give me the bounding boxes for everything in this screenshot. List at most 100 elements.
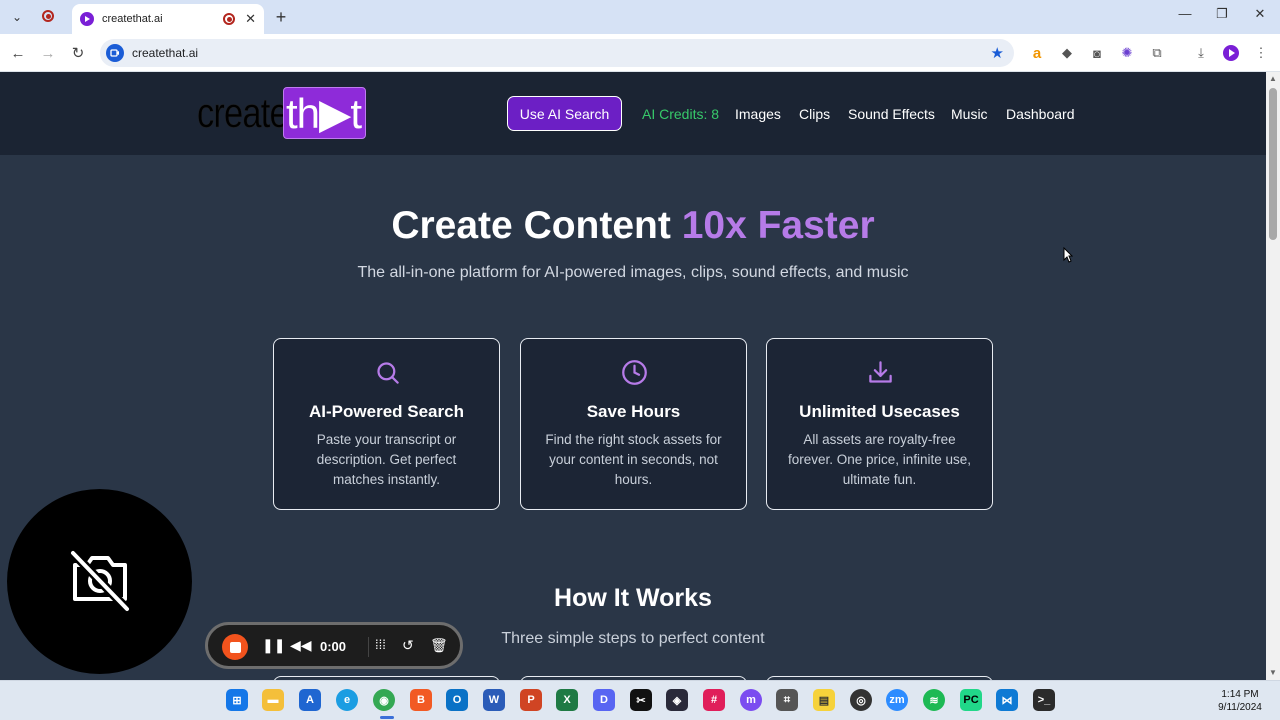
active-app-indicator: [380, 716, 394, 719]
arc-browser-icon[interactable]: A: [299, 689, 321, 711]
extension-pen-icon[interactable]: ◆: [1058, 44, 1076, 62]
grid-icon[interactable]: ⁞⁞⁞: [375, 637, 386, 652]
hero-title: Create Content 10x Faster: [0, 204, 1266, 248]
obs-icon[interactable]: ◎: [850, 689, 872, 711]
feature-card-usecases: Unlimited Usecases All assets are royalt…: [766, 338, 993, 510]
vscode-icon[interactable]: ⋈: [996, 689, 1018, 711]
site-logo[interactable]: create th▶t: [197, 87, 366, 139]
site-header: create th▶t Use AI Search AI Credits: 8 …: [0, 72, 1266, 155]
powerpoint-icon[interactable]: P: [520, 689, 542, 711]
downloads-icon[interactable]: ⤓: [1192, 44, 1210, 62]
file-explorer-icon[interactable]: ▬: [262, 689, 284, 711]
window-close-icon[interactable]: ✕: [1245, 6, 1275, 22]
system-clock[interactable]: 1:14 PM 9/11/2024: [1205, 688, 1275, 714]
logo-text-create: create: [197, 89, 289, 137]
camera-off-icon: [69, 549, 131, 613]
clock-time: 1:14 PM: [1221, 689, 1259, 700]
search-icon: [377, 362, 399, 384]
download-icon: [869, 361, 892, 383]
feature-description: Paste your transcript or description. Ge…: [316, 432, 457, 487]
clock-icon: [622, 360, 647, 385]
nav-sound-effects[interactable]: Sound Effects: [848, 106, 935, 122]
reload-icon[interactable]: ↻: [68, 43, 88, 63]
delete-icon[interactable]: 🗑: [430, 637, 448, 654]
davinci-icon[interactable]: ◈: [666, 689, 688, 711]
address-bar[interactable]: createthat.ai ★: [100, 39, 1014, 67]
chrome-icon[interactable]: ◉: [373, 689, 395, 711]
word-icon[interactable]: W: [483, 689, 505, 711]
os-taskbar: ⊞ ▬ A e ◉ B O W P X D ✂ ◈ # m ⌗ ▤ ◎ zm ≋…: [0, 680, 1280, 720]
rewind-icon[interactable]: ◀◀: [290, 637, 312, 654]
nav-clips[interactable]: Clips: [799, 106, 830, 122]
divider: [368, 637, 369, 657]
outlook-icon[interactable]: O: [446, 689, 468, 711]
hero-subtitle: The all-in-one platform for AI-powered i…: [357, 264, 909, 281]
restart-icon[interactable]: ↺: [402, 637, 414, 654]
amazon-extension-icon[interactable]: a: [1028, 44, 1046, 62]
feature-card-save-hours: Save Hours Find the right stock assets f…: [520, 338, 747, 510]
stop-recording-button[interactable]: [222, 634, 248, 660]
page-scrollbar[interactable]: ▲ ▼: [1266, 72, 1280, 680]
snipping-tool-icon[interactable]: ⌗: [776, 689, 798, 711]
webcam-overlay: [7, 489, 192, 674]
feature-description: Find the right stock assets for your con…: [545, 432, 722, 487]
discord-icon[interactable]: D: [593, 689, 615, 711]
new-tab-icon[interactable]: +: [272, 7, 290, 27]
browser-tab-bar: ⌄ createthat.ai ✕ + — ❐ ✕: [0, 0, 1280, 34]
feature-title: AI-Powered Search: [309, 402, 464, 421]
tab-recording-icon: [223, 13, 236, 25]
sticky-notes-icon[interactable]: ▤: [813, 689, 835, 711]
color-extension-icon[interactable]: ✺: [1118, 44, 1136, 62]
scroll-up-icon[interactable]: ▲: [1269, 74, 1277, 83]
hero-title-accent: 10x Faster: [681, 204, 875, 247]
recording-tab-icon[interactable]: [42, 10, 54, 22]
extensions-puzzle-icon[interactable]: ⧉: [1148, 44, 1166, 62]
messenger-icon[interactable]: m: [740, 689, 762, 711]
hero-title-main: Create Content: [391, 204, 682, 247]
tab-close-icon[interactable]: ✕: [245, 11, 256, 27]
minimize-icon[interactable]: —: [1170, 6, 1200, 21]
tab-search-chevron-icon[interactable]: ⌄: [8, 8, 26, 26]
back-icon[interactable]: ←: [8, 43, 28, 63]
bookmark-star-icon[interactable]: ★: [991, 44, 1004, 62]
edge-icon[interactable]: e: [336, 689, 358, 711]
feature-title: Unlimited Usecases: [799, 402, 960, 421]
browser-toolbar: ← → ↻ createthat.ai ★ a ◆ ◙ ✺ ⧉ ⤓ ⋮: [0, 34, 1280, 72]
scroll-down-icon[interactable]: ▼: [1269, 668, 1277, 677]
nav-images[interactable]: Images: [735, 106, 781, 122]
tab-title: createthat.ai: [102, 13, 163, 25]
site-info-icon[interactable]: [106, 44, 124, 62]
nav-music[interactable]: Music: [951, 106, 988, 122]
feature-title: Save Hours: [586, 402, 681, 421]
capcut-icon[interactable]: ✂: [630, 689, 652, 711]
pycharm-icon[interactable]: PC: [960, 689, 982, 711]
logo-text-that: th▶t: [283, 87, 366, 139]
forward-icon[interactable]: →: [38, 43, 58, 63]
scrollbar-thumb[interactable]: [1269, 88, 1277, 240]
brave-icon[interactable]: B: [410, 689, 432, 711]
site-favicon-icon: [80, 12, 94, 26]
feature-description: All assets are royalty-free forever. One…: [787, 432, 972, 487]
use-ai-search-button[interactable]: Use AI Search: [507, 96, 622, 131]
excel-icon[interactable]: X: [556, 689, 578, 711]
url-text: createthat.ai: [132, 46, 199, 60]
windows-start-icon[interactable]: ⊞: [226, 689, 248, 711]
ai-credits-link[interactable]: AI Credits: 8: [642, 106, 719, 122]
slack-icon[interactable]: #: [703, 689, 725, 711]
browser-tab-active[interactable]: createthat.ai ✕: [72, 4, 264, 34]
screenshot-extension-icon[interactable]: ◙: [1088, 44, 1106, 62]
recording-timer: 0:00: [320, 639, 347, 654]
browser-menu-icon[interactable]: ⋮: [1252, 44, 1270, 62]
terminal-icon[interactable]: >_: [1033, 689, 1055, 711]
zoom-icon[interactable]: zm: [886, 689, 908, 711]
nav-dashboard[interactable]: Dashboard: [1006, 106, 1075, 122]
restore-icon[interactable]: ❐: [1207, 6, 1237, 22]
spotify-icon[interactable]: ≋: [923, 689, 945, 711]
feature-card-search: AI-Powered Search Paste your transcript …: [273, 338, 500, 510]
pause-icon[interactable]: ❚❚: [262, 637, 285, 654]
mouse-cursor-icon: [1063, 247, 1073, 263]
how-it-works-subtitle: Three simple steps to perfect content: [501, 630, 765, 647]
profile-avatar-icon[interactable]: [1222, 44, 1240, 62]
clock-date: 9/11/2024: [1218, 702, 1262, 713]
recorder-control-bar: ❚❚ ◀◀ 0:00 ⁞⁞⁞ ↺ 🗑: [205, 622, 463, 669]
